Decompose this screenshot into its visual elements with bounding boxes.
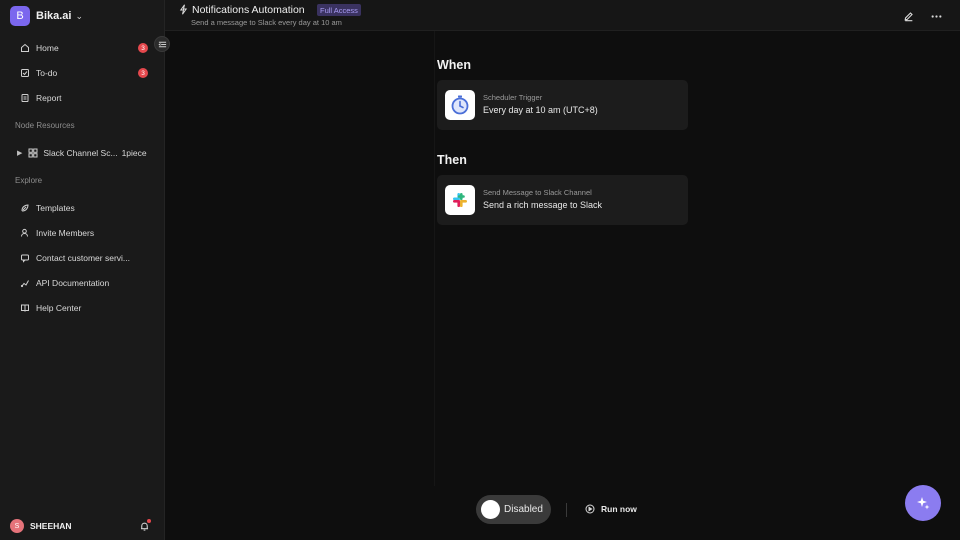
node-item-count: 1piece	[121, 148, 147, 158]
report-icon	[19, 92, 31, 104]
sidebar-item-label: Report	[36, 93, 62, 103]
collapse-sidebar-button[interactable]	[154, 36, 170, 52]
checkbox-icon	[19, 67, 31, 79]
action-description: Send a rich message to Slack	[483, 200, 603, 210]
sidebar-item-label: Contact customer servi...	[36, 253, 131, 263]
flow-divider	[434, 31, 435, 486]
when-heading: When	[437, 58, 472, 72]
sidebar-item-invite-members[interactable]: Invite Members	[14, 222, 154, 244]
notification-badge: 3	[138, 43, 148, 53]
sidebar-item-home[interactable]: Home 3	[14, 37, 154, 59]
sidebar-item-label: To-do	[36, 68, 58, 78]
page-subtitle: Send a message to Slack every day at 10 …	[191, 18, 342, 27]
node-item-slack-channel[interactable]: ▶ Slack Channel Sc... 1piece	[14, 142, 159, 164]
notification-badge: 3	[138, 68, 148, 78]
toggle-label: Disabled	[504, 504, 543, 515]
api-icon	[19, 277, 31, 289]
then-heading: Then	[437, 153, 467, 167]
sidebar-item-label: Help Center	[36, 303, 82, 313]
enable-toggle[interactable]: Disabled	[476, 495, 551, 524]
chat-icon	[19, 252, 31, 264]
notification-dot	[147, 519, 151, 523]
sidebar-item-report[interactable]: Report	[14, 87, 154, 109]
run-now-button[interactable]: Run now	[585, 504, 637, 514]
ai-assistant-button[interactable]	[905, 485, 941, 521]
workspace-logo: B	[10, 6, 30, 26]
sidebar-item-label: API Documentation	[36, 278, 110, 288]
sidebar-item-label: Templates	[36, 203, 75, 213]
user-plus-icon	[19, 227, 31, 239]
caret-right-icon: ▶	[17, 150, 23, 157]
sidebar-item-label: Home	[36, 43, 59, 53]
sidebar-item-label: Invite Members	[36, 228, 95, 238]
run-now-label: Run now	[601, 504, 637, 514]
sidebar-item-api-docs[interactable]: API Documentation	[14, 272, 154, 294]
database-grid-icon	[28, 148, 38, 158]
workspace-switcher[interactable]: B Bika.ai ⌄	[10, 6, 83, 26]
workspace-name: Bika.ai	[36, 10, 72, 22]
section-title-explore: Explore	[15, 176, 43, 185]
stopwatch-icon	[445, 90, 475, 120]
avatar: S	[10, 519, 24, 533]
more-button[interactable]	[929, 9, 943, 23]
pencil-icon	[904, 11, 913, 21]
collapse-icon	[157, 41, 166, 47]
sidebar-item-help-center[interactable]: Help Center	[14, 297, 154, 319]
action-type: Send Message to Slack Channel	[483, 188, 592, 197]
home-icon	[19, 42, 31, 54]
sparkle-icon	[917, 497, 930, 510]
templates-icon	[19, 202, 31, 214]
access-badge: Full Access	[317, 4, 361, 16]
section-title-node-resources: Node Resources	[15, 121, 75, 130]
edit-button[interactable]	[901, 9, 915, 23]
play-circle-icon	[585, 504, 595, 514]
node-item-label: Slack Channel Sc...	[43, 148, 118, 158]
control-divider	[566, 503, 567, 517]
sidebar-item-todo[interactable]: To-do 3	[14, 62, 154, 84]
header: Notifications Automation Full Access Sen…	[165, 0, 960, 31]
book-icon	[19, 302, 31, 314]
more-horizontal-icon	[931, 14, 941, 18]
chevron-down-icon: ⌄	[75, 10, 84, 21]
toggle-knob	[481, 500, 500, 519]
trigger-card[interactable]: Scheduler Trigger Every day at 10 am (UT…	[437, 80, 688, 130]
sidebar: B Bika.ai ⌄ Home 3 To-do 3 Report Node R…	[0, 0, 165, 540]
slack-icon	[445, 185, 475, 215]
trigger-schedule: Every day at 10 am (UTC+8)	[483, 105, 598, 115]
user-profile[interactable]: S SHEEHAN	[10, 519, 72, 533]
sidebar-item-templates[interactable]: Templates	[14, 197, 154, 219]
sidebar-item-contact-support[interactable]: Contact customer servi...	[14, 247, 154, 269]
action-card[interactable]: Send Message to Slack Channel Send a ric…	[437, 175, 688, 225]
user-name: SHEEHAN	[30, 521, 72, 531]
trigger-type: Scheduler Trigger	[483, 93, 543, 102]
page-title: Notifications Automation	[192, 4, 305, 16]
lightning-icon	[179, 4, 188, 15]
